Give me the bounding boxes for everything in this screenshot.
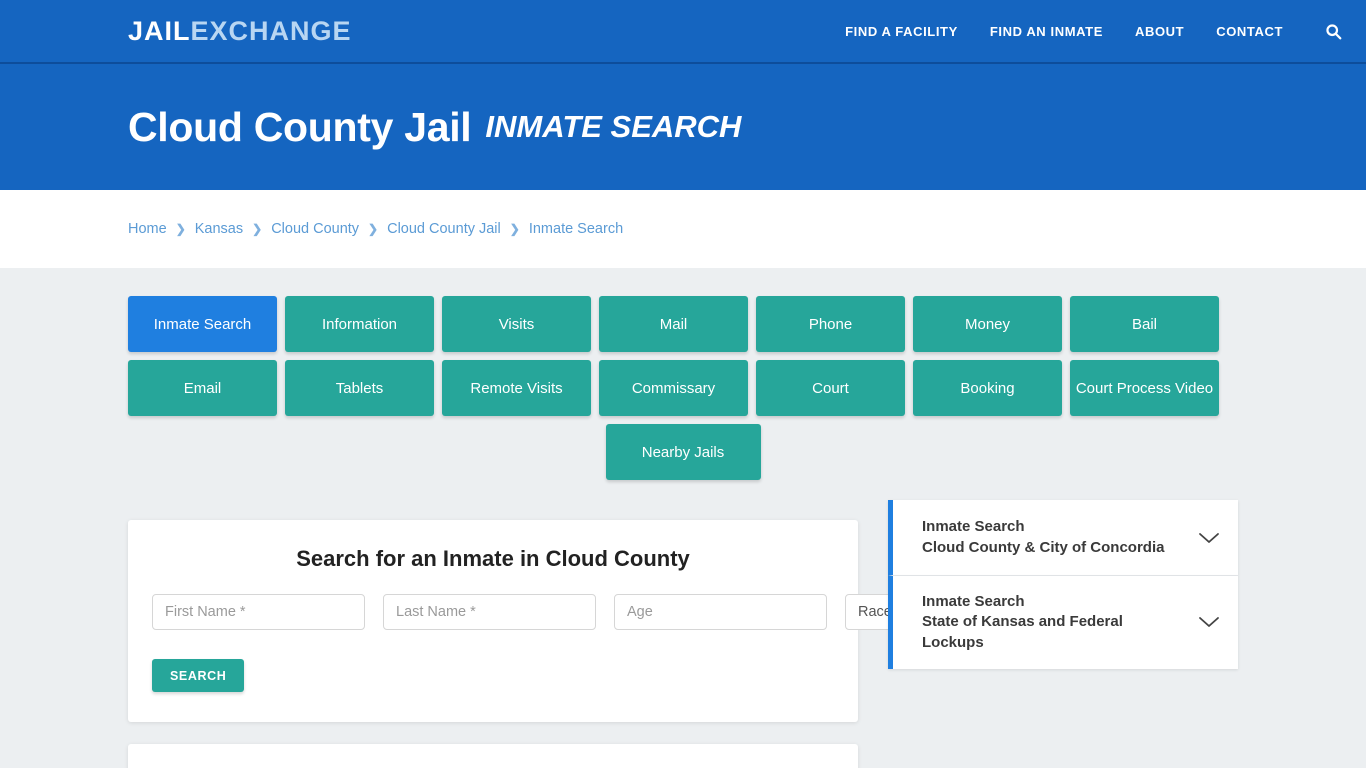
site-logo[interactable]: JAILEXCHANGE bbox=[128, 16, 352, 47]
nav-item-contact[interactable]: CONTACT bbox=[1216, 24, 1283, 39]
page-body: Inmate Search Information Visits Mail Ph… bbox=[0, 268, 1366, 768]
facility-tab-grid: Inmate Search Information Visits Mail Ph… bbox=[128, 268, 1238, 416]
tab-nearby-jails[interactable]: Nearby Jails bbox=[605, 424, 761, 480]
sidebar-accordion-inmate-search-state[interactable]: Inmate Search State of Kansas and Federa… bbox=[888, 576, 1238, 669]
tab-inmate-search[interactable]: Inmate Search bbox=[128, 296, 277, 352]
page-title-band: Cloud County Jail INMATE SEARCH bbox=[0, 64, 1366, 190]
breadcrumb-band: Home ❯ Kansas ❯ Cloud County ❯ Cloud Cou… bbox=[0, 190, 1366, 268]
tab-court[interactable]: Court bbox=[756, 360, 905, 416]
nav-item-find-a-facility[interactable]: FIND A FACILITY bbox=[845, 24, 958, 39]
first-name-input[interactable] bbox=[152, 594, 365, 630]
chevron-down-icon[interactable] bbox=[1198, 615, 1220, 629]
inmate-search-card: Search for an Inmate in Cloud County Rac… bbox=[128, 520, 1005, 722]
tab-booking[interactable]: Booking bbox=[913, 360, 1062, 416]
chevron-down-icon[interactable] bbox=[1198, 531, 1220, 545]
top-navigation-bar: JAILEXCHANGE FIND A FACILITY FIND AN INM… bbox=[0, 0, 1366, 64]
tab-tablets[interactable]: Tablets bbox=[285, 360, 434, 416]
breadcrumb-separator-icon: ❯ bbox=[175, 222, 186, 236]
breadcrumb-separator-icon: ❯ bbox=[368, 222, 379, 236]
tab-money[interactable]: Money bbox=[913, 296, 1062, 352]
nav-item-find-an-inmate[interactable]: FIND AN INMATE bbox=[990, 24, 1103, 39]
search-form-row: Race bbox=[152, 594, 1005, 630]
accordion-subtitle: State of Kansas and Federal Lockups bbox=[922, 613, 1123, 651]
main-column: Search for an Inmate in Cloud County Rac… bbox=[128, 520, 1005, 768]
tab-phone[interactable]: Phone bbox=[756, 296, 905, 352]
search-card-title: Search for an Inmate in Cloud County bbox=[296, 546, 690, 571]
nav-item-about[interactable]: ABOUT bbox=[1135, 24, 1184, 39]
accordion-text: Inmate Search Cloud County & City of Con… bbox=[922, 517, 1188, 558]
secondary-content-card bbox=[128, 744, 858, 768]
breadcrumb-item-cloud-county-jail[interactable]: Cloud County Jail bbox=[387, 221, 501, 237]
tab-email[interactable]: Email bbox=[128, 360, 277, 416]
tab-information[interactable]: Information bbox=[285, 296, 434, 352]
last-name-input[interactable] bbox=[383, 594, 596, 630]
accordion-subtitle: Cloud County & City of Concordia bbox=[922, 538, 1165, 556]
page-title: Cloud County Jail bbox=[128, 103, 472, 150]
facility-tab-row-extra: Nearby Jails bbox=[128, 424, 1238, 480]
tab-mail[interactable]: Mail bbox=[599, 296, 748, 352]
tab-remote-visits[interactable]: Remote Visits bbox=[442, 360, 591, 416]
content-columns: Search for an Inmate in Cloud County Rac… bbox=[128, 500, 1238, 768]
breadcrumb-item-home[interactable]: Home bbox=[128, 221, 167, 237]
sidebar-accordion-inmate-search-county[interactable]: Inmate Search Cloud County & City of Con… bbox=[888, 500, 1238, 576]
tab-court-process-video[interactable]: Court Process Video bbox=[1070, 360, 1219, 416]
breadcrumb-item-inmate-search: Inmate Search bbox=[528, 221, 624, 237]
logo-text-secondary: EXCHANGE bbox=[190, 15, 352, 46]
age-input[interactable] bbox=[614, 594, 827, 630]
accordion-title: Inmate Search bbox=[922, 518, 1025, 536]
accordion-title: Inmate Search bbox=[922, 593, 1025, 610]
breadcrumb-item-kansas[interactable]: Kansas bbox=[195, 221, 243, 237]
tab-visits[interactable]: Visits bbox=[442, 296, 591, 352]
breadcrumb-item-cloud-county[interactable]: Cloud County bbox=[271, 221, 359, 237]
accordion-text: Inmate Search State of Kansas and Federa… bbox=[922, 592, 1188, 653]
nav-links: FIND A FACILITY FIND AN INMATE ABOUT CON… bbox=[845, 23, 1342, 40]
tab-bail[interactable]: Bail bbox=[1070, 296, 1219, 352]
search-icon[interactable] bbox=[1325, 23, 1342, 40]
sidebar-column: Inmate Search Cloud County & City of Con… bbox=[888, 500, 1238, 669]
breadcrumb: Home ❯ Kansas ❯ Cloud County ❯ Cloud Cou… bbox=[128, 221, 623, 237]
logo-text-primary: JAIL bbox=[128, 15, 191, 46]
search-button[interactable]: SEARCH bbox=[152, 659, 245, 692]
breadcrumb-separator-icon: ❯ bbox=[509, 222, 520, 236]
tab-commissary[interactable]: Commissary bbox=[599, 360, 748, 416]
breadcrumb-separator-icon: ❯ bbox=[252, 222, 263, 236]
page-subtitle: INMATE SEARCH bbox=[485, 109, 742, 144]
